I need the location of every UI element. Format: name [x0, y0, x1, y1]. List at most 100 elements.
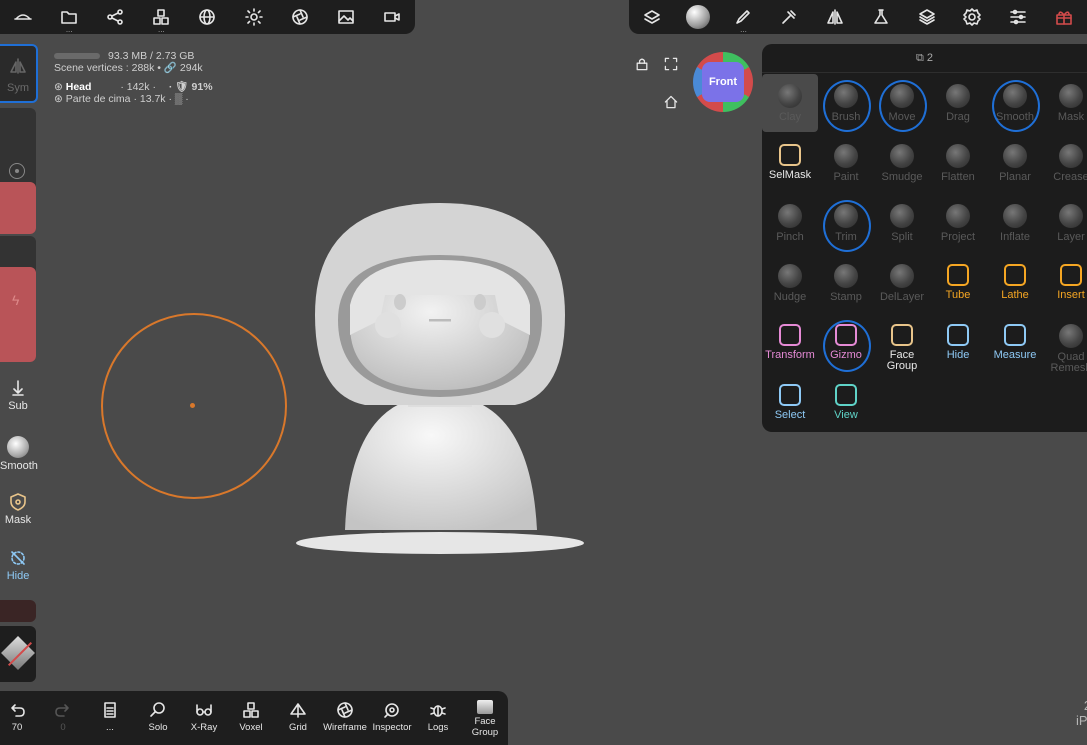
tool-hide[interactable]: Hide — [930, 314, 986, 372]
tool-label: Stamp — [830, 291, 862, 303]
sun-icon[interactable] — [231, 0, 277, 34]
tool-mask[interactable]: Mask — [1043, 74, 1087, 132]
tool-label: Planar — [999, 171, 1031, 183]
tool-measure[interactable]: Measure — [987, 314, 1043, 372]
tool-dellayer[interactable]: DelLayer — [874, 254, 930, 312]
smooth-shortcut-button[interactable]: Smooth — [0, 436, 38, 472]
grid-button[interactable]: Grid — [278, 691, 318, 745]
tool-label: Select — [774, 409, 806, 421]
logs-button[interactable]: Logs — [420, 691, 456, 745]
shutter-icon[interactable] — [277, 0, 323, 34]
tool-clay-icon — [778, 84, 802, 108]
subtract-button[interactable]: Sub — [0, 378, 36, 412]
video-camera-icon[interactable] — [369, 0, 415, 34]
tool-select[interactable]: Select — [762, 374, 818, 432]
memory-usage: 93.3 MB / 2.73 GB — [108, 50, 195, 62]
tool-brush[interactable]: Brush — [818, 74, 874, 132]
tool-nudge[interactable]: Nudge — [762, 254, 818, 312]
redo-button[interactable]: 0 — [46, 691, 80, 745]
home-icon[interactable] — [663, 94, 679, 115]
memory-bar — [54, 53, 100, 60]
tool-face-group[interactable]: Face Group — [874, 314, 930, 372]
tool-gizmo[interactable]: Gizmo — [818, 314, 874, 372]
layers-icon[interactable] — [904, 0, 950, 34]
flask-icon[interactable] — [858, 0, 904, 34]
gizmo-shortcut-partial[interactable] — [0, 600, 36, 622]
smooth-label: Smooth — [0, 460, 38, 472]
tool-pinch[interactable]: Pinch — [762, 194, 818, 252]
brush-pen-icon[interactable]: ... — [721, 0, 767, 34]
tool-lathe[interactable]: Lathe — [987, 254, 1043, 312]
tool-flatten[interactable]: Flatten — [930, 134, 986, 192]
sculpt-model[interactable] — [290, 195, 590, 560]
sphere-grid-icon[interactable] — [184, 0, 230, 34]
sub-label: Sub — [8, 400, 28, 412]
settings-icon[interactable] — [950, 0, 996, 34]
tool-smudge[interactable]: Smudge — [874, 134, 930, 192]
tool-view[interactable]: View — [818, 374, 874, 432]
sliders-icon[interactable] — [995, 0, 1041, 34]
share-nodes-icon[interactable] — [92, 0, 138, 34]
tool-inflate[interactable]: Inflate — [987, 194, 1043, 252]
object-row-head[interactable]: ⊛ Head · 142k · · 🛡 91% — [54, 81, 213, 93]
nav-cube-face-label: Front — [702, 62, 744, 102]
tool-crease[interactable]: Crease — [1043, 134, 1087, 192]
tool-quad-remesh[interactable]: Quad Remesh — [1043, 314, 1087, 374]
tool-trim[interactable]: Trim — [818, 194, 874, 252]
hide-shortcut-button[interactable]: Hide — [0, 548, 36, 582]
tool-smooth[interactable]: Smooth — [987, 74, 1043, 132]
xray-button[interactable]: X-Ray — [184, 691, 224, 745]
wireframe-button[interactable]: Wireframe — [321, 691, 369, 745]
hammer-icon[interactable] — [766, 0, 812, 34]
voxel-button[interactable]: Voxel — [231, 691, 271, 745]
tool-insert[interactable]: Insert — [1043, 254, 1087, 312]
solo-button[interactable]: Solo — [138, 691, 178, 745]
fullscreen-icon[interactable] — [663, 56, 679, 77]
tool-move[interactable]: Move — [874, 74, 930, 132]
lock-icon[interactable] — [634, 56, 650, 77]
symmetry-toggle[interactable]: Sym — [0, 44, 38, 103]
tool-tube[interactable]: Tube — [930, 254, 986, 312]
hat-icon[interactable] — [0, 0, 46, 34]
material-preview[interactable] — [0, 626, 36, 682]
radius-slider[interactable] — [0, 108, 36, 234]
stack-box-icon[interactable] — [629, 0, 675, 34]
material-sphere-icon[interactable] — [675, 0, 721, 34]
tool-selmask[interactable]: SelMask — [762, 134, 818, 192]
symmetry-icon[interactable] — [812, 0, 858, 34]
navigation-cube[interactable]: Front — [693, 52, 753, 112]
folder-icon[interactable]: ... — [46, 0, 92, 34]
object-percent: · 🛡 91% — [168, 81, 213, 93]
tool-clay[interactable]: Clay — [762, 74, 818, 132]
tool-paint[interactable]: Paint — [818, 134, 874, 192]
tool-label: View — [834, 409, 858, 421]
undo-count: 70 — [11, 722, 23, 733]
face-group-icon — [477, 700, 493, 714]
tool-transform[interactable]: Transform — [762, 314, 818, 372]
tool-split[interactable]: Split — [874, 194, 930, 252]
arrow-down-icon — [12, 380, 24, 396]
intensity-slider[interactable]: ϟ — [0, 236, 36, 362]
undo-button[interactable]: 70 — [0, 691, 34, 745]
object-row-parte[interactable]: ⊛ Parte de cima · 13.7k · ▒ · — [54, 93, 213, 105]
inspector-button[interactable]: Inspector — [370, 691, 414, 745]
cubes-icon[interactable]: ... — [138, 0, 184, 34]
tool-planar[interactable]: Planar — [987, 134, 1043, 192]
device-label: iPad — [1075, 713, 1087, 728]
tool-label: Tube — [945, 289, 971, 301]
logs-label: Logs — [427, 722, 449, 733]
tool-layer[interactable]: Layer — [1043, 194, 1087, 252]
tool-dellayer-icon — [890, 264, 914, 288]
gift-icon[interactable] — [1041, 0, 1087, 34]
tool-drag[interactable]: Drag — [930, 74, 986, 132]
radius-slider-fill — [0, 182, 36, 234]
tool-project[interactable]: Project — [930, 194, 986, 252]
tool-label: Pinch — [776, 231, 804, 243]
face-group-button[interactable]: Face Group — [460, 691, 510, 745]
mask-shortcut-button[interactable]: Mask — [0, 492, 36, 526]
tool-stamp[interactable]: Stamp — [818, 254, 874, 312]
image-icon[interactable] — [323, 0, 369, 34]
inspector-label: Inspector — [372, 722, 412, 733]
document-button[interactable]: ... — [92, 691, 128, 745]
tool-mask-icon — [1059, 84, 1083, 108]
